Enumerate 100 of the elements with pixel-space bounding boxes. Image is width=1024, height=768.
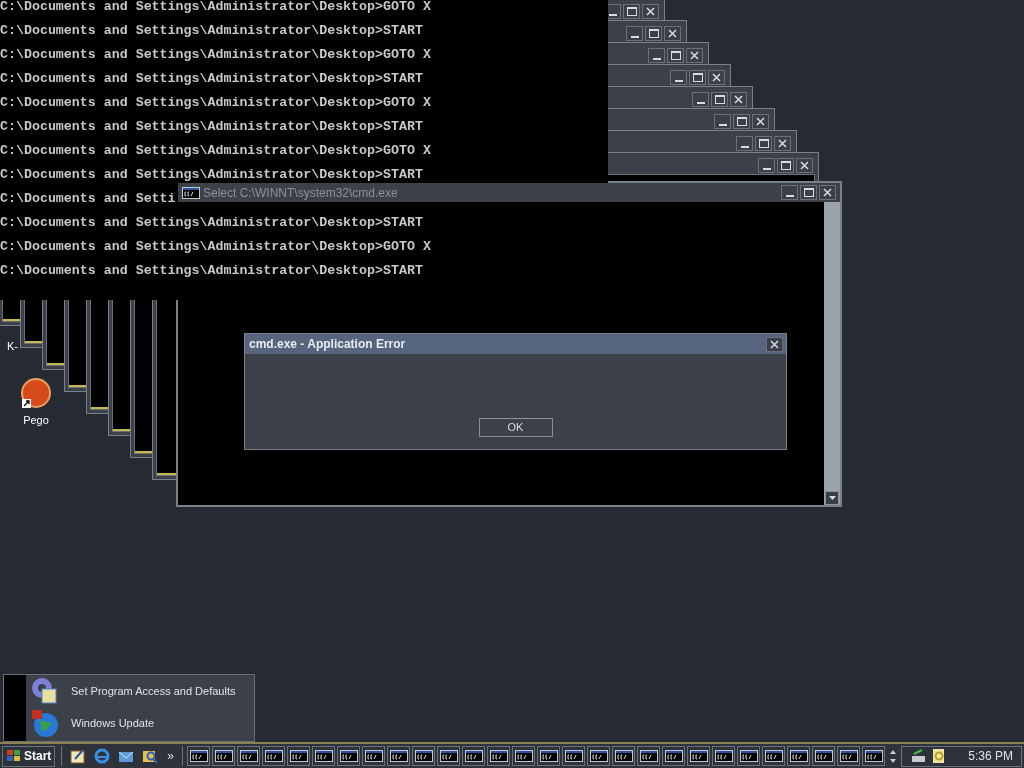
minimize-button[interactable] <box>781 185 798 200</box>
search-icon <box>142 748 159 764</box>
console-icon <box>514 750 533 762</box>
console-icon <box>539 750 558 762</box>
console-line: C:\Documents and Settings\Administrator\Desktop>START <box>0 24 423 38</box>
maximize-button[interactable] <box>711 91 728 107</box>
minimize-button[interactable] <box>736 135 753 151</box>
minimize-button[interactable] <box>714 113 731 129</box>
console-icon <box>814 750 833 762</box>
maximize-icon <box>692 72 703 82</box>
console-icon <box>464 750 483 762</box>
taskbar-button[interactable] <box>387 746 411 766</box>
minimize-button[interactable] <box>670 69 687 85</box>
taskbar-button[interactable] <box>412 746 436 766</box>
start-button[interactable]: Start <box>2 745 56 767</box>
taskbar-button[interactable] <box>687 746 711 766</box>
maximize-button[interactable] <box>623 3 640 19</box>
console-icon <box>239 750 258 762</box>
minimize-button[interactable] <box>692 91 709 107</box>
close-button[interactable] <box>766 336 783 352</box>
taskbar-button[interactable] <box>762 746 786 766</box>
minimize-button[interactable] <box>758 157 775 173</box>
ball-icon <box>20 377 52 409</box>
taskbar-button[interactable] <box>862 746 886 766</box>
start-menu-item[interactable]: Windows Update <box>26 707 254 739</box>
taskbar-button[interactable] <box>787 746 811 766</box>
taskbar-button[interactable] <box>237 746 261 766</box>
taskbar-button[interactable] <box>712 746 736 766</box>
taskbar-button[interactable] <box>262 746 286 766</box>
windows-logo-icon <box>6 749 22 763</box>
close-icon <box>646 6 655 16</box>
console-icon <box>289 750 308 762</box>
close-button[interactable] <box>708 69 725 85</box>
dialog-title: cmd.exe - Application Error <box>249 336 407 353</box>
console-line: C:\Documents and Setti <box>0 192 176 206</box>
minimize-icon <box>608 13 617 16</box>
ok-button[interactable]: OK <box>478 418 553 437</box>
close-button[interactable] <box>642 3 659 19</box>
console-icon <box>689 750 708 762</box>
console-line: C:\Documents and Settings\Administrator\Desktop>GOTO X <box>0 144 431 158</box>
close-button[interactable] <box>730 91 747 107</box>
console-icon <box>189 750 208 762</box>
maximize-button[interactable] <box>800 185 817 200</box>
maximize-button[interactable] <box>667 47 684 63</box>
down-arrow-icon <box>828 496 836 500</box>
maximize-button[interactable] <box>733 113 750 129</box>
desktop-icon-label[interactable]: K- <box>7 338 18 355</box>
console-icon <box>839 750 858 762</box>
console-line: C:\Documents and Settings\Administrator\Desktop>GOTO X <box>0 48 431 62</box>
close-icon <box>668 28 677 38</box>
quick-launch-button[interactable] <box>69 747 88 765</box>
close-button[interactable] <box>819 185 836 200</box>
taskbar-button[interactable] <box>487 746 511 766</box>
taskbar-button[interactable] <box>187 746 211 766</box>
taskbar-button[interactable] <box>512 746 536 766</box>
close-button[interactable] <box>664 25 681 41</box>
taskbar-button[interactable] <box>462 746 486 766</box>
taskbar-button[interactable] <box>637 746 661 766</box>
close-button[interactable] <box>752 113 769 129</box>
taskbar-button[interactable] <box>737 746 761 766</box>
console-icon <box>314 750 333 762</box>
maximize-button[interactable] <box>645 25 662 41</box>
close-button[interactable] <box>796 157 813 173</box>
minimize-button[interactable] <box>648 47 665 63</box>
maximize-button[interactable] <box>755 135 772 151</box>
console-line: C:\Documents and Settings\Administrator\Desktop>START <box>0 120 423 134</box>
minimize-icon <box>630 35 639 38</box>
maximize-button[interactable] <box>689 69 706 85</box>
taskbar-button[interactable] <box>837 746 861 766</box>
chevron-button[interactable]: » <box>165 747 177 765</box>
maximize-button[interactable] <box>777 157 794 173</box>
scroll-down-button[interactable] <box>825 491 839 505</box>
minimize-button[interactable] <box>626 25 643 41</box>
browser-icon <box>94 748 111 764</box>
clock[interactable]: 5:36 PM <box>968 747 1013 765</box>
scrollbar[interactable] <box>824 202 840 505</box>
close-button[interactable] <box>686 47 703 63</box>
start-menu-item[interactable]: Set Program Access and Defaults <box>26 675 254 707</box>
taskbar-button[interactable] <box>662 746 686 766</box>
taskbar-button[interactable] <box>537 746 561 766</box>
close-button[interactable] <box>774 135 791 151</box>
taskbar-button[interactable] <box>212 746 236 766</box>
maximize-icon <box>626 6 637 16</box>
taskbar-button[interactable] <box>362 746 386 766</box>
console-icon <box>489 750 508 762</box>
taskbar-button[interactable] <box>312 746 336 766</box>
console-icon <box>639 750 658 762</box>
taskbar-button[interactable] <box>812 746 836 766</box>
desktop-icon <box>70 748 87 764</box>
taskbar-button[interactable] <box>612 746 636 766</box>
taskbar-button[interactable] <box>587 746 611 766</box>
taskbar-button[interactable] <box>562 746 586 766</box>
console-icon <box>789 750 808 762</box>
taskbar-button[interactable] <box>337 746 361 766</box>
console-icon <box>614 750 633 762</box>
console-icon <box>589 750 608 762</box>
window-title: Select C:\WINNT\system32\cmd.exe <box>203 184 399 202</box>
desktop-icon-label[interactable]: Pego <box>23 412 49 429</box>
taskbar-button[interactable] <box>437 746 461 766</box>
taskbar-button[interactable] <box>287 746 311 766</box>
